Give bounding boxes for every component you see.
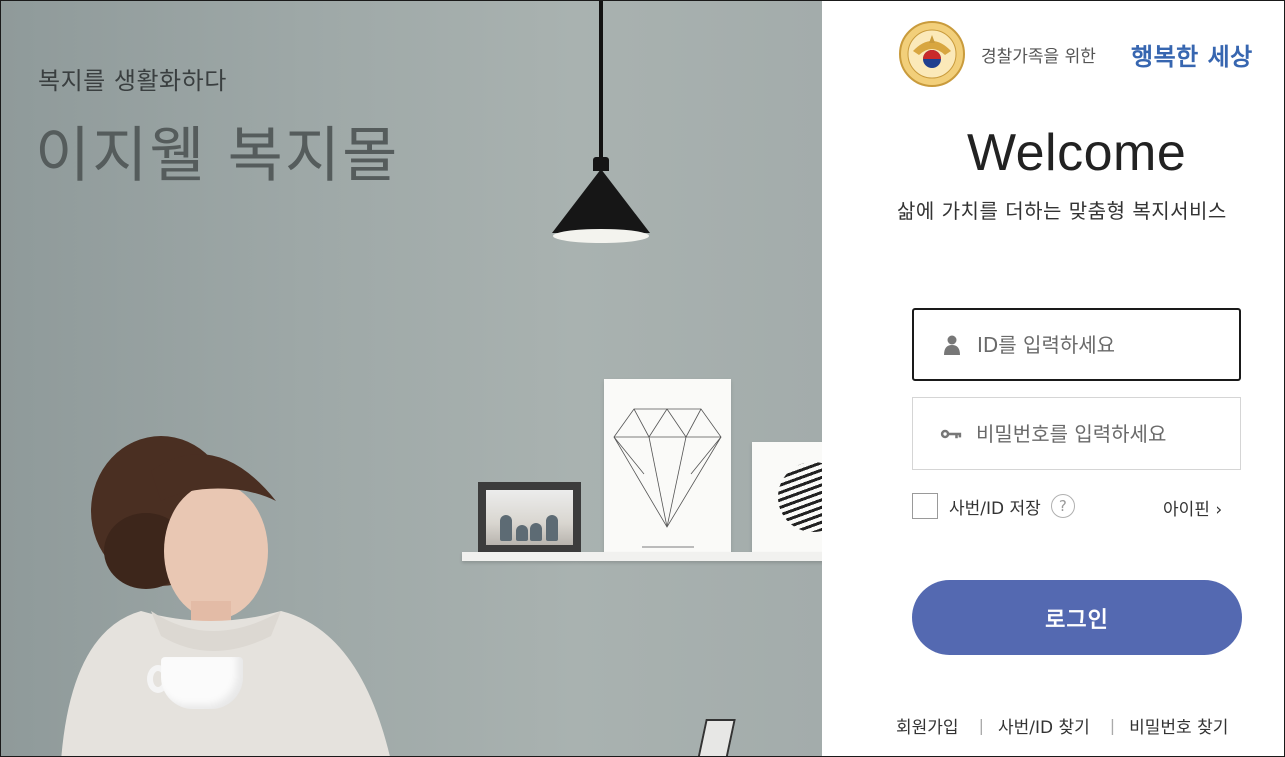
save-id-label[interactable]: 사번/ID 저장 — [949, 494, 1041, 519]
hero-subtitle: 복지를 생활화하다 — [38, 67, 227, 95]
brand-subtitle: 경찰가족을 위한 — [981, 47, 1096, 67]
link-separator: | — [1109, 716, 1116, 735]
footer-links: 회원가입 | 사번/ID 찾기 | 비밀번호 찾기 — [896, 713, 1228, 738]
signup-link[interactable]: 회원가입 — [896, 713, 959, 738]
id-field[interactable] — [912, 308, 1241, 381]
pattern-poster — [752, 442, 822, 554]
link-separator: | — [978, 716, 984, 735]
police-emblem-icon — [899, 21, 965, 87]
diamond-illustration — [613, 408, 722, 548]
woman-illustration — [61, 436, 390, 756]
hero-banner: 복지를 생활화하다 이지웰 복지몰 — [1, 1, 822, 756]
zigzag-circle — [778, 462, 822, 532]
password-input[interactable] — [976, 421, 1226, 446]
find-password-link[interactable]: 비밀번호 찾기 — [1129, 713, 1228, 738]
pendant-lamp-shade — [552, 169, 650, 233]
user-icon — [941, 334, 963, 356]
welcome-heading: Welcome — [967, 124, 1187, 182]
login-page: 복지를 생활화하다 이지웰 복지몰 경찰가족을 위한 행복한 세상 Welcom… — [0, 0, 1285, 757]
save-id-checkbox[interactable] — [912, 493, 938, 519]
password-field[interactable] — [912, 397, 1241, 470]
id-input[interactable] — [977, 332, 1227, 357]
login-button[interactable]: 로그인 — [912, 580, 1242, 655]
pendant-lamp-light — [553, 229, 649, 243]
photo-person — [546, 515, 558, 541]
ipin-link[interactable]: 아이핀 › — [1163, 495, 1222, 520]
laptop — [696, 719, 736, 756]
wall-shelf — [462, 552, 822, 561]
key-icon — [940, 423, 962, 445]
pendant-lamp-cord — [599, 1, 603, 159]
photo-person — [500, 515, 512, 541]
save-id-row: 사번/ID 저장 ? — [912, 492, 1075, 520]
photo-person — [516, 525, 528, 541]
welcome-tagline: 삶에 가치를 더하는 맞춤형 복지서비스 — [897, 199, 1227, 223]
brand-title: 행복한 세상 — [1131, 43, 1253, 71]
family-photo — [486, 490, 573, 545]
family-photo-frame — [478, 482, 581, 553]
hero-title: 이지웰 복지몰 — [35, 121, 400, 191]
question-icon[interactable]: ? — [1050, 494, 1075, 518]
coffee-cup — [161, 657, 243, 709]
photo-person — [530, 523, 542, 541]
find-id-link[interactable]: 사번/ID 찾기 — [998, 713, 1090, 738]
diamond-poster — [604, 379, 731, 554]
